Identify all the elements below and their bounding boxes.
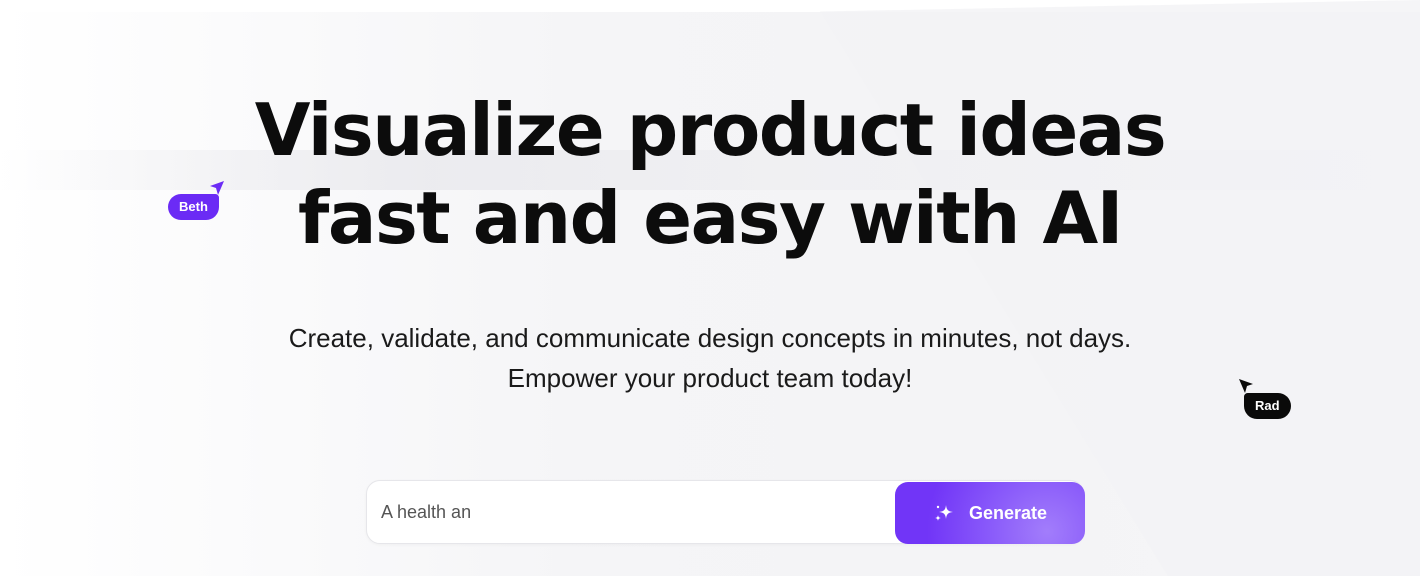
hero-subtitle-line-2: Empower your product team today! <box>507 363 913 393</box>
prompt-bar: Generate <box>366 480 1085 544</box>
hero-headline: Visualize product ideas fast and easy wi… <box>0 86 1420 262</box>
hero-headline-line-1: Visualize product ideas <box>254 88 1167 172</box>
generate-button-label: Generate <box>968 502 1048 523</box>
hero-subtitle-line-1: Create, validate, and communicate design… <box>288 323 1132 353</box>
collaborator-cursor-rad: Rad <box>1244 393 1291 419</box>
generate-button[interactable]: Generate <box>895 482 1085 544</box>
cursor-arrow-icon <box>1239 379 1253 393</box>
sparkle-icon <box>934 505 953 521</box>
prompt-input[interactable] <box>381 481 881 543</box>
collaborator-cursor-beth: Beth <box>168 194 219 220</box>
hero-subtitle: Create, validate, and communicate design… <box>0 318 1420 398</box>
